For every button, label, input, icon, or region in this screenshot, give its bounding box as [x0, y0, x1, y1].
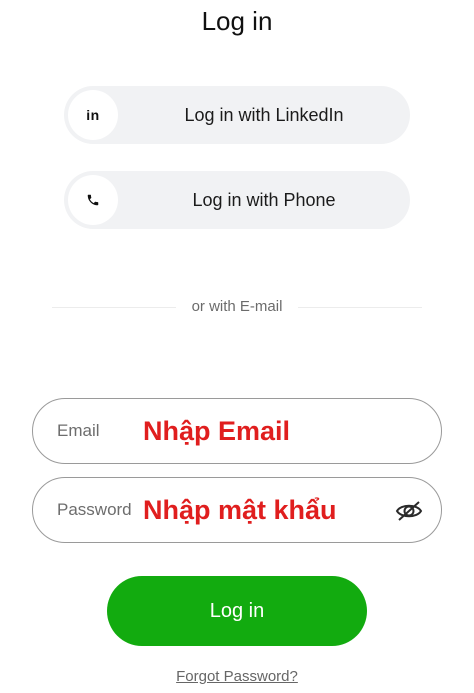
phone-icon-badge [68, 175, 118, 225]
phone-login-label: Log in with Phone [192, 189, 336, 210]
linkedin-icon: in [86, 107, 100, 123]
email-field[interactable]: Email Nhập Email [32, 398, 442, 464]
login-button[interactable]: Log in [107, 576, 367, 646]
linkedin-icon-badge: in [68, 90, 118, 140]
forgot-password-link[interactable]: Forgot Password? [0, 668, 474, 685]
linkedin-login-button[interactable]: in Log in with LinkedIn [64, 86, 410, 144]
divider-line-right [298, 307, 422, 308]
phone-icon [87, 194, 99, 206]
eye-off-icon [395, 501, 423, 521]
password-visibility-toggle[interactable] [393, 495, 425, 527]
phone-login-button[interactable]: Log in with Phone [64, 171, 410, 229]
login-screen: Log in in Log in with LinkedIn Log in wi… [0, 0, 474, 693]
page-title: Log in [201, 6, 273, 36]
password-field[interactable]: Password Nhập mật khẩu [32, 477, 442, 543]
password-annotation: Nhập mật khẩu [143, 494, 337, 525]
email-annotation: Nhập Email [143, 415, 291, 446]
linkedin-login-label: Log in with LinkedIn [184, 104, 344, 125]
